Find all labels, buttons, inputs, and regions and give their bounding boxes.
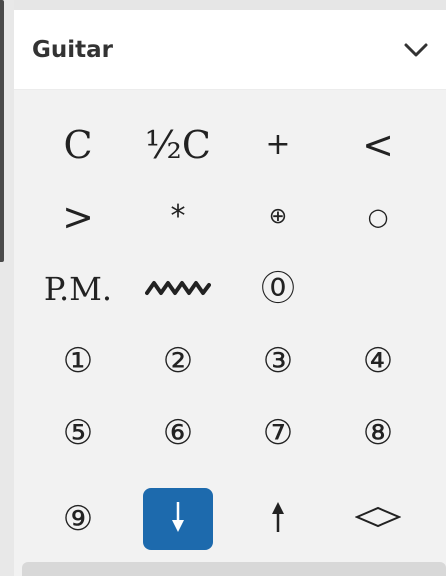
symbol-label: ⑨ xyxy=(62,499,94,539)
arrow-down-icon xyxy=(170,500,186,539)
symbol-string-0[interactable]: ⓪ xyxy=(243,258,313,320)
symbol-string-6[interactable]: ⑥ xyxy=(143,402,213,464)
symbol-label: ○ xyxy=(367,203,389,231)
guitar-palette: Guitar C ½C + < > * ⊕ ○ P.M. ⓪ ① ② ③ ④ ⑤… xyxy=(14,10,446,576)
diamond-icon xyxy=(354,506,402,533)
bottom-toolbar xyxy=(22,562,446,576)
symbol-string-1[interactable]: ① xyxy=(43,330,113,392)
symbol-string-3[interactable]: ③ xyxy=(243,330,313,392)
symbol-label: ⓪ xyxy=(261,269,295,309)
scrollbar-left[interactable] xyxy=(0,0,4,262)
symbol-label: + xyxy=(265,127,291,162)
chevron-down-icon[interactable] xyxy=(402,36,430,64)
symbol-label: ④ xyxy=(362,341,394,381)
symbol-vibrato[interactable] xyxy=(143,258,213,320)
top-strip xyxy=(14,0,446,10)
symbol-diamond[interactable] xyxy=(343,488,413,550)
symbol-string-4[interactable]: ④ xyxy=(343,330,413,392)
symbol-string-8[interactable]: ⑧ xyxy=(343,402,413,464)
symbol-plus[interactable]: + xyxy=(243,114,313,176)
symbol-circled-plus[interactable]: ⊕ xyxy=(243,186,313,248)
palette-header[interactable]: Guitar xyxy=(14,10,446,90)
symbol-label: ⑦ xyxy=(262,413,294,453)
arrow-up-icon xyxy=(270,500,286,539)
symbol-label: ⑤ xyxy=(62,413,94,453)
palette-title: Guitar xyxy=(32,36,113,63)
symbol-label: ③ xyxy=(262,341,294,381)
symbol-string-5[interactable]: ⑤ xyxy=(43,402,113,464)
symbol-label: ⑧ xyxy=(362,413,394,453)
symbol-open-circle[interactable]: ○ xyxy=(343,186,413,248)
symbol-label: P.M. xyxy=(43,270,113,308)
symbol-capo[interactable]: C xyxy=(43,114,113,176)
symbol-label: < xyxy=(362,123,394,167)
symbol-label: ② xyxy=(162,341,194,381)
symbol-decrescendo[interactable]: > xyxy=(43,186,113,248)
symbol-label: ⑥ xyxy=(162,413,194,453)
symbol-strum-down[interactable] xyxy=(143,488,213,550)
symbol-label: > xyxy=(62,195,94,239)
symbol-string-7[interactable]: ⑦ xyxy=(243,402,313,464)
vibrato-icon xyxy=(145,275,211,304)
symbol-label: C xyxy=(63,123,93,167)
symbol-crescendo[interactable]: < xyxy=(343,114,413,176)
symbol-palm-mute[interactable]: P.M. xyxy=(35,258,121,320)
symbol-asterisk[interactable]: * xyxy=(143,186,213,248)
symbol-string-9[interactable]: ⑨ xyxy=(43,488,113,550)
symbol-label: * xyxy=(170,199,186,234)
symbol-string-2[interactable]: ② xyxy=(143,330,213,392)
symbol-half-capo[interactable]: ½C xyxy=(143,114,213,176)
symbol-label: ① xyxy=(62,341,94,381)
symbol-label: ⊕ xyxy=(268,204,288,229)
symbol-label: ½C xyxy=(145,123,211,167)
symbol-strum-up[interactable] xyxy=(243,488,313,550)
